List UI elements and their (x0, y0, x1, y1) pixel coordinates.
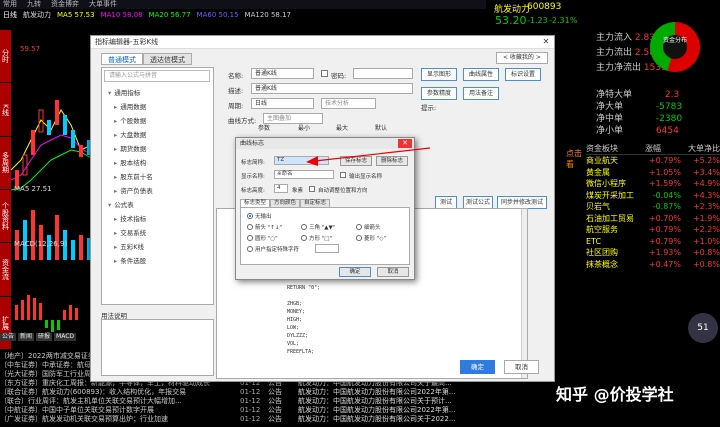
screen: 常用 九转 资金博弈 大单事件 日线 航发动力 MA5 57.53 MA10 5… (0, 0, 720, 427)
annotation-arrow (306, 147, 431, 166)
watermark: 知乎 @价投学社 (556, 385, 674, 404)
watermark-badge: 51 (688, 313, 718, 343)
